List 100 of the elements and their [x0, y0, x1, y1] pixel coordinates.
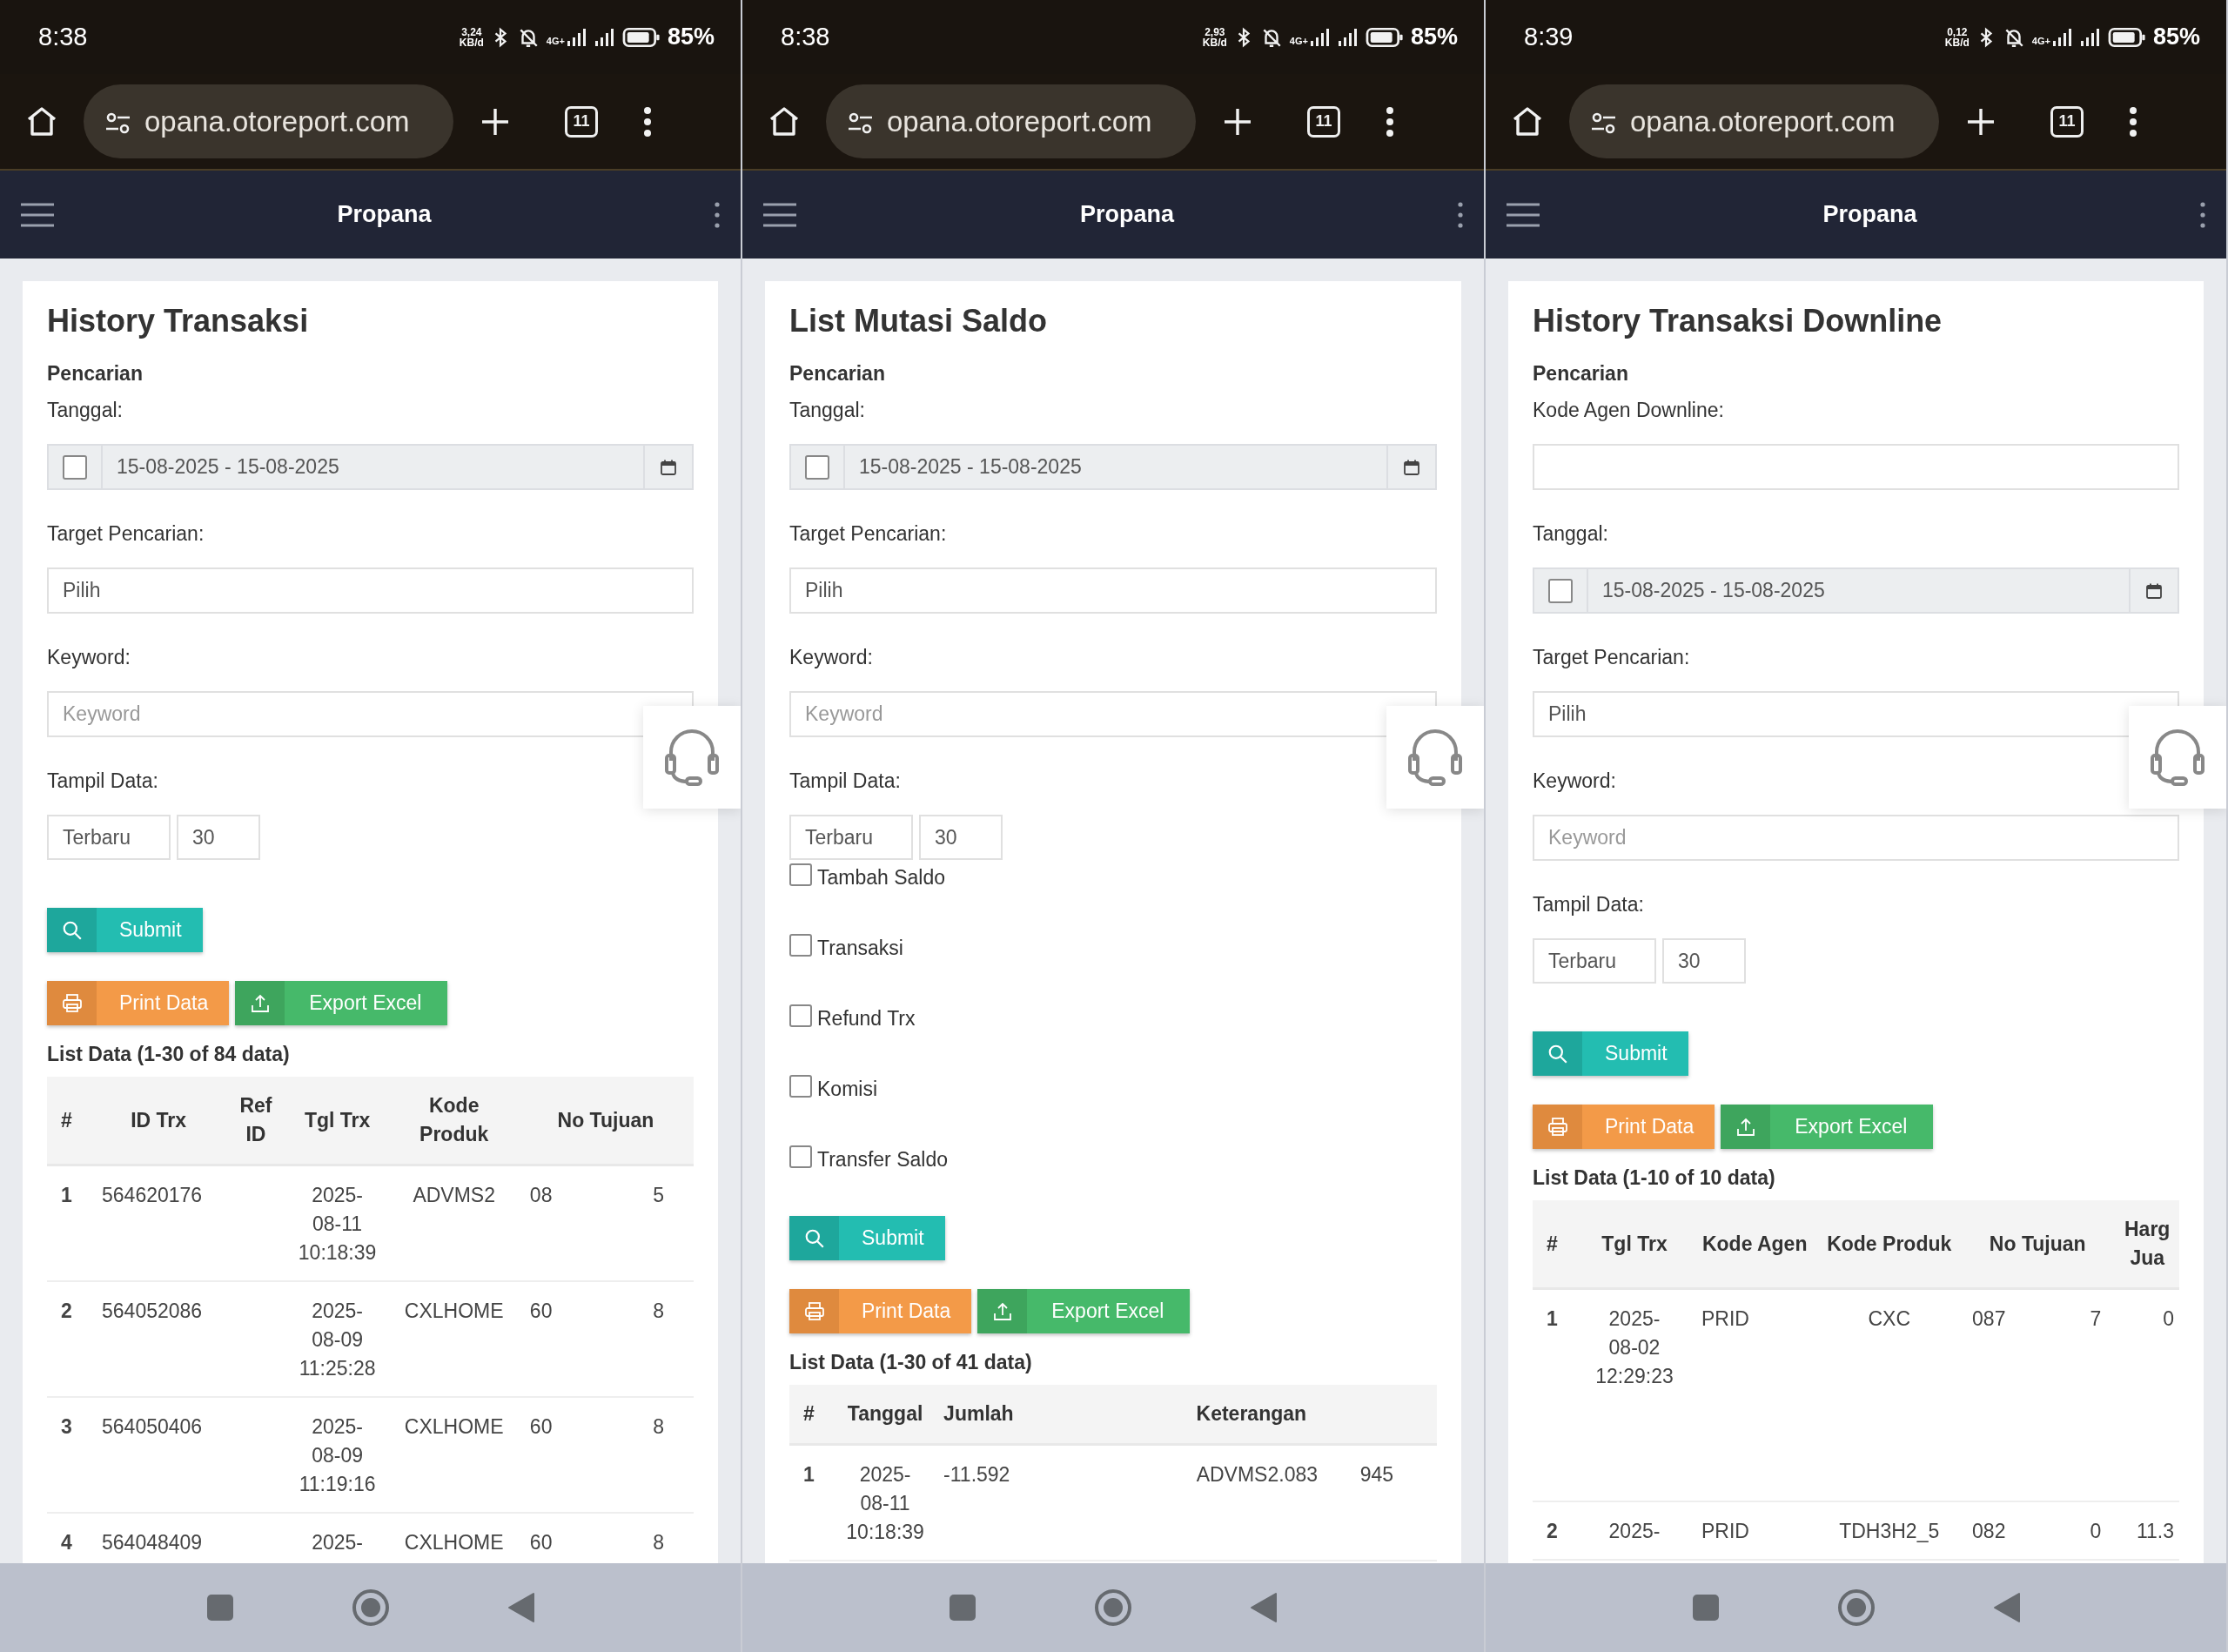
- table-cell: -11.592: [938, 1444, 1066, 1561]
- checkbox[interactable]: [789, 1145, 812, 1168]
- back-icon[interactable]: [1250, 1592, 1278, 1623]
- signal-icon: [1337, 26, 1359, 48]
- input-field[interactable]: Keyword: [789, 691, 1437, 737]
- field-label: Keyword:: [47, 645, 131, 670]
- date-range-field[interactable]: 15-08-2025 - 15-08-2025: [1533, 567, 2179, 614]
- address-bar[interactable]: opana.otoreport.com: [84, 84, 453, 158]
- calendar-icon[interactable]: [1403, 458, 1420, 476]
- date-range-value: 15-08-2025 - 15-08-2025: [1601, 578, 1826, 603]
- section-heading: Pencarian: [789, 361, 886, 386]
- list-caption: List Data (1-30 of 84 data): [47, 1042, 291, 1067]
- field-label: Keyword:: [789, 645, 874, 670]
- column-header: Keterangan: [1065, 1385, 1437, 1445]
- column-header: Kode Produk: [390, 1077, 518, 1165]
- column-header: Tanggal: [832, 1385, 939, 1445]
- more-menu-icon[interactable]: [643, 105, 652, 138]
- checkbox-label: Transaksi: [817, 936, 903, 961]
- table-cell-text: 8: [653, 1414, 664, 1440]
- input-field[interactable]: [1533, 444, 2179, 490]
- checkbox[interactable]: [789, 1004, 812, 1027]
- home-button-icon[interactable]: [351, 1588, 390, 1627]
- more-menu-icon[interactable]: [1458, 201, 1463, 228]
- network-speed: 0,12: [1947, 26, 1968, 37]
- address-bar[interactable]: opana.otoreport.com: [1569, 84, 1939, 158]
- table-cell-text: 60: [529, 1299, 553, 1324]
- table-cell-text: 2025-08-09 11:19:16: [298, 1414, 377, 1497]
- more-menu-icon[interactable]: [1386, 105, 1394, 138]
- input-field[interactable]: 30: [177, 815, 260, 860]
- menu-icon[interactable]: [21, 202, 54, 227]
- menu-icon[interactable]: [1507, 202, 1540, 227]
- table-cell-text: 08: [529, 1183, 553, 1208]
- checkbox[interactable]: [63, 454, 87, 480]
- table-cell-text: 945: [1359, 1462, 1393, 1487]
- network-type: 4G+: [546, 36, 565, 46]
- back-icon[interactable]: [507, 1592, 535, 1623]
- page-title: History Transaksi: [47, 302, 310, 340]
- calendar-icon[interactable]: [660, 458, 677, 476]
- table-cell: 0: [2115, 1288, 2179, 1501]
- checkbox[interactable]: [789, 934, 812, 957]
- address-bar[interactable]: opana.otoreport.com: [826, 84, 1196, 158]
- column-header: #: [47, 1077, 91, 1165]
- checkbox[interactable]: [805, 454, 829, 480]
- column-header: Kode Produk: [1818, 1200, 1961, 1289]
- table-cell: PRID: [1691, 1501, 1819, 1560]
- tab-count-button[interactable]: 11: [1307, 105, 1340, 138]
- network-type: 4G+: [1289, 36, 1308, 46]
- select-field[interactable]: Pilih: [789, 567, 1437, 614]
- search-icon: [803, 1227, 825, 1249]
- checkbox[interactable]: [789, 863, 812, 886]
- back-icon[interactable]: [1992, 1592, 2021, 1623]
- select-field[interactable]: Terbaru: [1533, 938, 1656, 984]
- date-range-field[interactable]: 15-08-2025 - 15-08-2025: [47, 444, 694, 490]
- table-cell-text: 087: [1972, 1306, 2006, 1332]
- recents-icon[interactable]: [205, 1594, 234, 1622]
- select-field[interactable]: Terbaru: [47, 815, 171, 860]
- field-label: Tampil Data:: [47, 769, 159, 794]
- checkbox[interactable]: [1548, 578, 1573, 603]
- table-cell: 2: [1533, 1501, 1578, 1560]
- select-field[interactable]: Pilih: [47, 567, 694, 614]
- tab-count-button[interactable]: 11: [565, 105, 598, 138]
- help-button[interactable]: [1386, 706, 1484, 809]
- more-menu-icon[interactable]: [2129, 105, 2137, 138]
- tab-count-button[interactable]: 11: [2050, 105, 2084, 138]
- input-field[interactable]: Keyword: [1533, 815, 2179, 861]
- table-cell-text: 2025-08-09 11:25:28: [298, 1299, 377, 1381]
- date-range-field[interactable]: 15-08-2025 - 15-08-2025: [789, 444, 1437, 490]
- more-menu-icon[interactable]: [715, 201, 720, 228]
- clock-time: 8:38: [38, 23, 89, 51]
- calendar-icon[interactable]: [2145, 581, 2163, 600]
- printer-icon: [803, 1300, 825, 1322]
- checkbox-label: Tambah Saldo: [817, 865, 946, 890]
- table-cell: 564052086: [90, 1281, 228, 1397]
- input-field[interactable]: 30: [1662, 938, 1746, 984]
- column-header: #: [789, 1385, 833, 1445]
- more-menu-icon[interactable]: [2200, 201, 2205, 228]
- field-label: Tampil Data:: [1533, 892, 1645, 917]
- help-button[interactable]: [2129, 706, 2226, 809]
- table-cell: 1: [1533, 1288, 1578, 1501]
- upload-icon: [1735, 1116, 1756, 1138]
- input-field[interactable]: Keyword: [47, 691, 694, 737]
- table-cell-text: 2025-: [311, 1530, 364, 1555]
- table-cell: TDH3H2_5: [1818, 1501, 1961, 1560]
- home-button-icon[interactable]: [1836, 1588, 1876, 1627]
- app-title: Propana: [1822, 201, 1918, 228]
- clock-time: 8:39: [1524, 23, 1574, 51]
- field-label: Kode Agen Downline:: [1533, 398, 1725, 423]
- select-field[interactable]: Pilih: [1533, 691, 2179, 737]
- checkbox[interactable]: [789, 1075, 812, 1098]
- home-button-icon[interactable]: [1094, 1588, 1132, 1627]
- page-title: History Transaksi Downline: [1533, 302, 1943, 340]
- menu-icon[interactable]: [763, 202, 796, 227]
- select-field[interactable]: Terbaru: [789, 815, 913, 860]
- table-cell-text: 2025-: [1607, 1519, 1661, 1544]
- recents-icon[interactable]: [1691, 1594, 1720, 1622]
- help-button[interactable]: [643, 706, 741, 809]
- input-field[interactable]: 30: [919, 815, 1003, 860]
- table-cell-text: 60: [529, 1414, 553, 1440]
- battery-percent: 85%: [667, 24, 715, 50]
- recents-icon[interactable]: [949, 1594, 976, 1622]
